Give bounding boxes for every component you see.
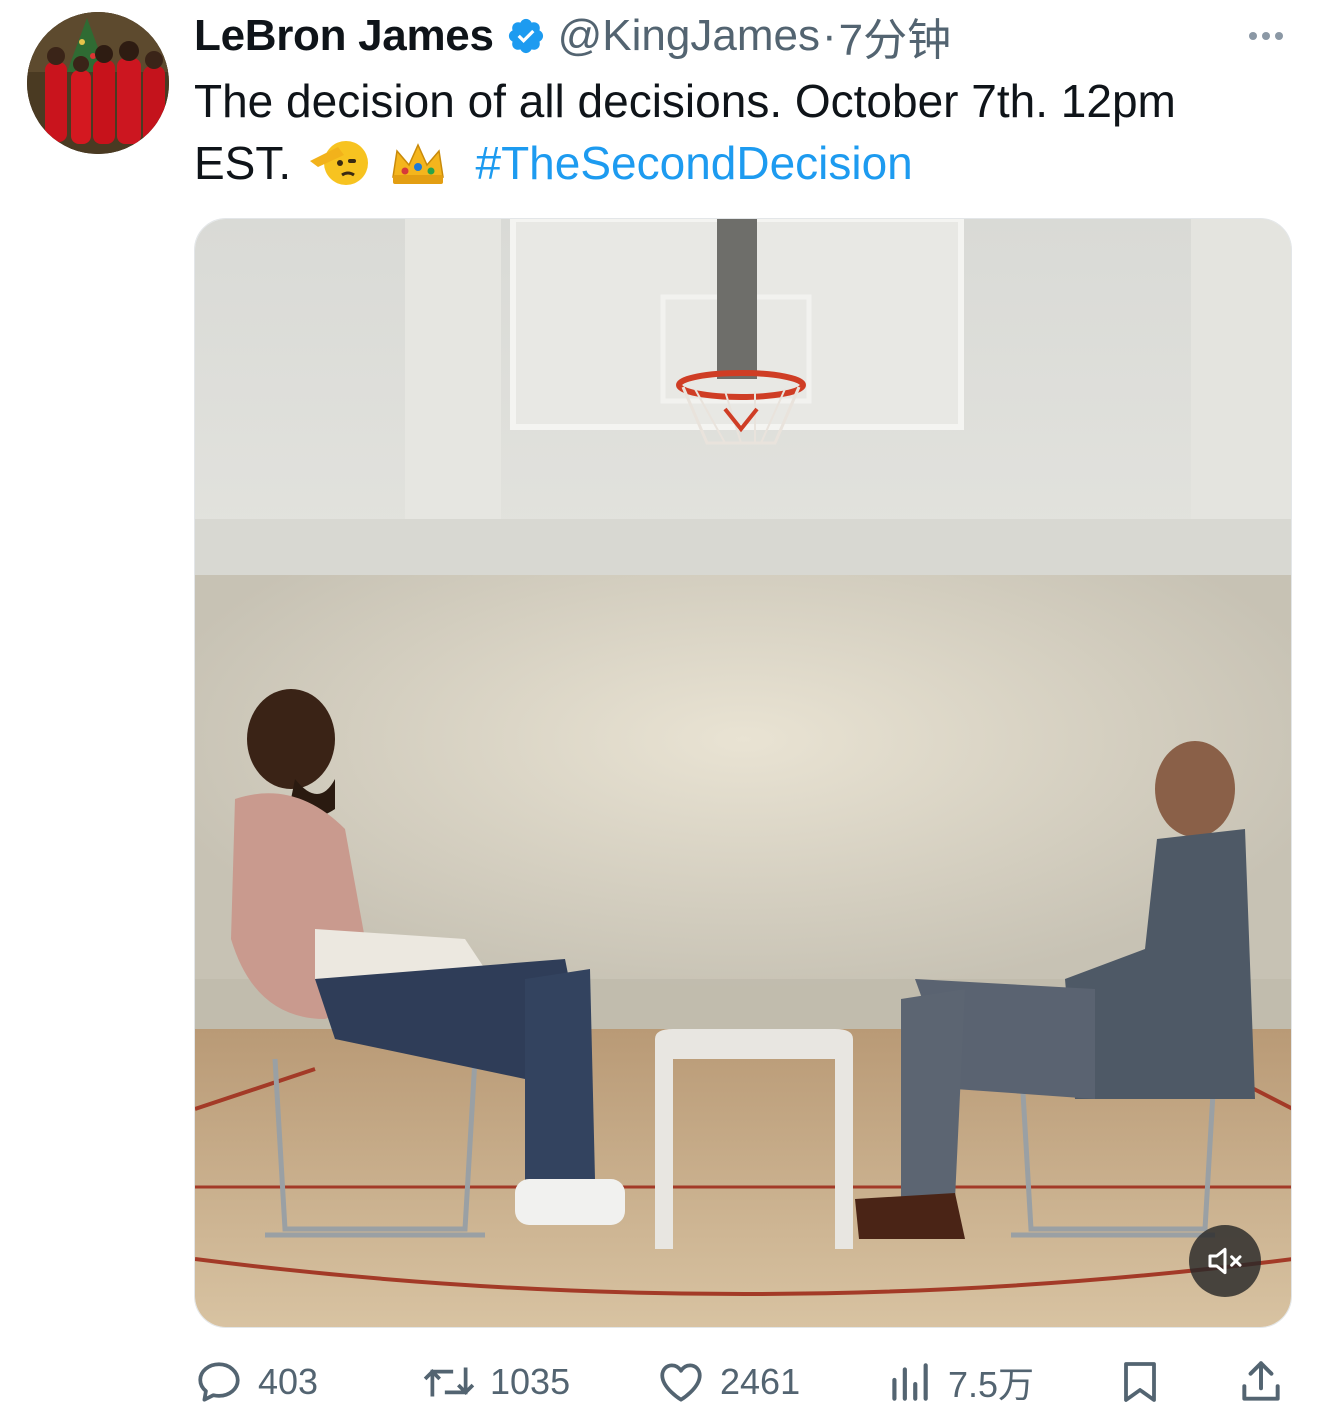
more-options-icon[interactable] [1236, 8, 1296, 64]
comment-icon [198, 1362, 240, 1402]
views-button[interactable]: 7.5万 [884, 1350, 1034, 1414]
speaker-muted-icon[interactable] [1189, 1225, 1261, 1297]
retweet-count: 1035 [490, 1361, 571, 1402]
share-icon [1242, 1361, 1280, 1401]
like-count: 2461 [720, 1361, 801, 1402]
author-handle[interactable]: @KingJames [558, 11, 820, 61]
saluting-face-emoji [308, 137, 370, 187]
tweet-header: LeBron James @KingJames · 7分钟 [194, 8, 1296, 65]
tweet-card: LeBron James @KingJames · 7分钟 The decisi… [0, 0, 1320, 1427]
views-count: 7.5万 [948, 1364, 1035, 1405]
crown-emoji [387, 137, 449, 187]
tweet-actions: 403 1035 2461 7.5万 [194, 1350, 1294, 1414]
header-separator: · [821, 11, 837, 60]
bookmark-button[interactable] [1116, 1350, 1164, 1414]
reply-count: 403 [258, 1361, 319, 1402]
retweet-icon [423, 1367, 475, 1397]
hashtag-link[interactable]: #TheSecondDecision [476, 137, 913, 189]
like-button[interactable]: 2461 [656, 1350, 800, 1414]
retweet-button[interactable]: 1035 [422, 1350, 570, 1414]
verified-badge-icon[interactable] [506, 16, 546, 56]
bookmark-icon [1124, 1362, 1156, 1402]
tweet-text: The decision of all decisions. October 7… [194, 70, 1274, 194]
tweet-timestamp[interactable]: 7分钟 [839, 4, 951, 68]
author-name[interactable]: LeBron James [194, 11, 494, 61]
share-button[interactable] [1236, 1350, 1286, 1414]
tweet-video[interactable] [194, 218, 1292, 1328]
author-avatar[interactable] [27, 12, 169, 154]
bar-chart-icon [892, 1363, 928, 1401]
heart-icon [660, 1363, 702, 1402]
reply-button[interactable]: 403 [194, 1350, 318, 1414]
